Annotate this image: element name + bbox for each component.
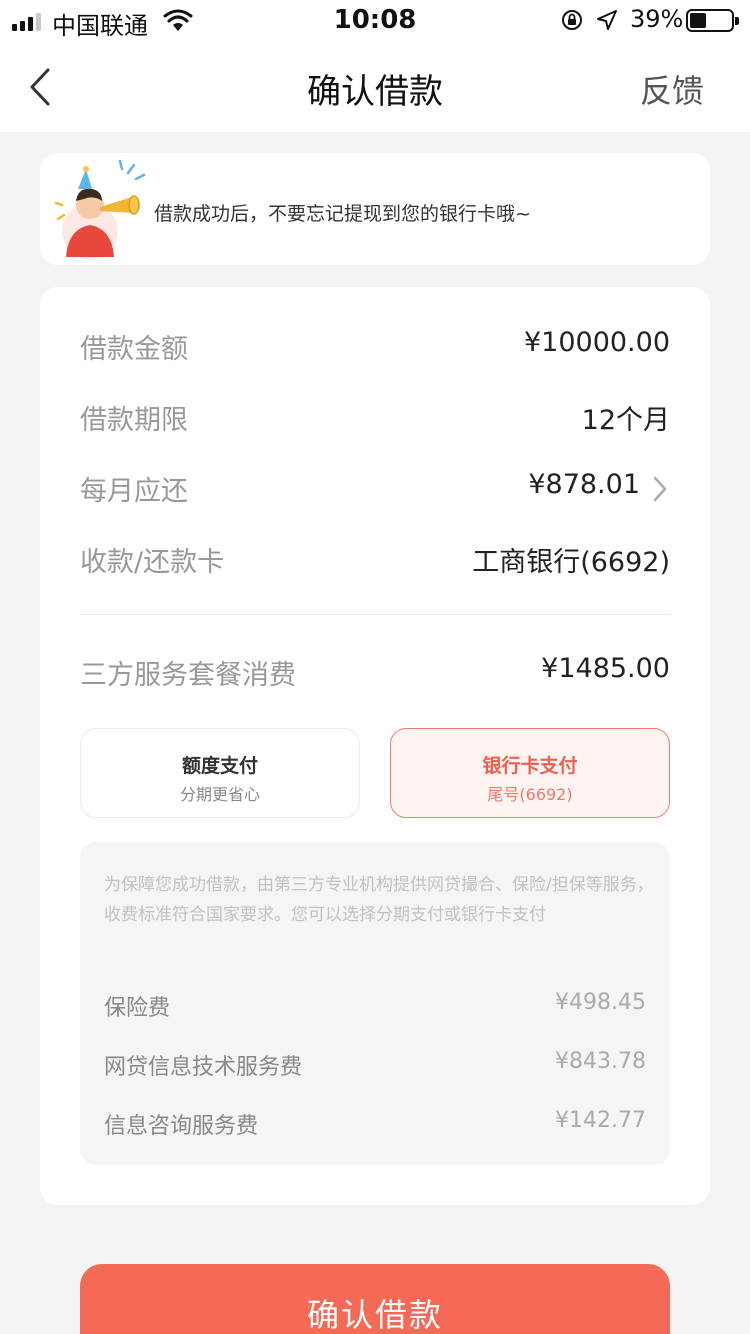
battery-icon	[686, 9, 739, 32]
bank-card-row: 收款/还款卡 工商银行(6692)	[80, 540, 670, 580]
loan-term-row: 借款期限 12个月	[80, 398, 670, 438]
insurance-fee-row: 保险费 ¥498.45	[104, 990, 646, 1021]
loan-term-value: 12个月	[581, 405, 670, 436]
bank-payment-title: 银行卡支付	[482, 755, 578, 777]
insurance-fee-label: 保险费	[104, 996, 171, 1021]
bank-card-value: 工商银行(6692)	[472, 547, 670, 578]
service-fee-value: ¥1485.00	[541, 653, 670, 684]
monthly-payment-label: 每月应还	[80, 476, 188, 507]
loan-details-card: 借款金额 ¥10000.00 借款期限 12个月 每月应还 ¥878.01 收款…	[40, 287, 710, 1205]
tech-service-fee-row: 网贷信息技术服务费 ¥843.78	[104, 1049, 646, 1080]
feedback-button[interactable]: 反馈	[640, 66, 704, 112]
orientation-lock-icon	[562, 10, 582, 30]
credit-payment-option[interactable]: 额度支付 分期更省心	[80, 728, 360, 818]
page-title: 确认借款	[307, 72, 443, 112]
service-fee-label: 三方服务套餐消费	[80, 660, 296, 691]
trumpet-person-icon	[54, 159, 146, 259]
status-bar: 中国联通 10:08 39%	[0, 0, 750, 42]
bank-card-payment-option[interactable]: 银行卡支付 尾号(6692)	[390, 728, 670, 818]
confirm-loan-label: 确认借款	[306, 1297, 443, 1333]
battery-percent: 39%	[630, 5, 684, 33]
loan-amount-label: 借款金额	[80, 334, 188, 365]
fee-breakdown-box: 为保障您成功借款，由第三方专业机构提供网贷撮合、保险/担保等服务，收费标准符合国…	[80, 842, 670, 1165]
tip-text: 借款成功后，不要忘记提现到您的银行卡哦~	[154, 203, 531, 225]
confirm-loan-button[interactable]: 确认借款	[80, 1264, 670, 1334]
credit-payment-title: 额度支付	[181, 755, 258, 777]
consulting-fee-row: 信息咨询服务费 ¥142.77	[104, 1108, 646, 1139]
nav-bar: 确认借款 反馈	[0, 42, 750, 132]
location-icon	[597, 10, 617, 30]
monthly-payment-value: ¥878.01	[528, 469, 640, 500]
loan-amount-value: ¥10000.00	[523, 327, 670, 358]
bank-payment-subtitle: 尾号(6692)	[487, 785, 573, 804]
fee-note: 为保障您成功借款，由第三方专业机构提供网贷撮合、保险/担保等服务，收费标准符合国…	[104, 875, 654, 925]
tip-card: 借款成功后，不要忘记提现到您的银行卡哦~	[40, 153, 710, 265]
loan-term-label: 借款期限	[80, 405, 188, 436]
tech-service-fee-value: ¥843.78	[555, 1049, 646, 1074]
bank-card-label: 收款/还款卡	[80, 547, 225, 578]
service-fee-row: 三方服务套餐消费 ¥1485.00	[80, 653, 670, 693]
tech-service-fee-label: 网贷信息技术服务费	[104, 1055, 303, 1080]
consulting-fee-value: ¥142.77	[555, 1108, 646, 1133]
monthly-payment-row[interactable]: 每月应还 ¥878.01	[80, 469, 670, 509]
credit-payment-subtitle: 分期更省心	[179, 785, 260, 804]
chevron-right-icon[interactable]	[652, 475, 668, 503]
divider	[80, 614, 670, 615]
loan-amount-row: 借款金额 ¥10000.00	[80, 327, 670, 367]
consulting-fee-label: 信息咨询服务费	[104, 1114, 259, 1139]
insurance-fee-value: ¥498.45	[555, 990, 646, 1015]
